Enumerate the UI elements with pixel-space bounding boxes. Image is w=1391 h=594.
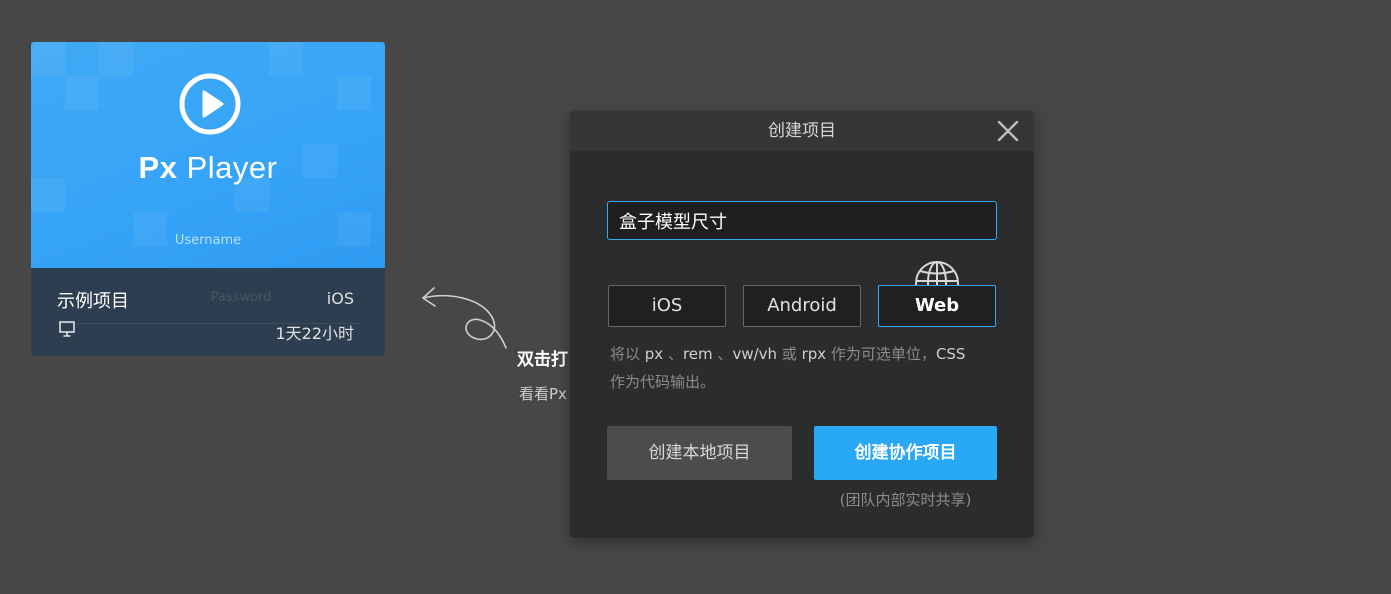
project-title: 示例项目 <box>57 291 129 312</box>
hint-title: 双击打 <box>517 350 568 370</box>
play-circle-icon <box>179 73 241 135</box>
create-local-project-button[interactable]: 创建本地项目 <box>607 426 792 480</box>
create-collab-project-button[interactable]: 创建协作项目 <box>814 426 997 480</box>
platform-ios-option[interactable]: iOS <box>608 285 726 327</box>
unit-rem: rem <box>682 345 713 363</box>
project-updated-time: 1天22小时 <box>275 324 354 343</box>
username-placeholder: Username <box>174 233 242 248</box>
brand-prefix: Px <box>138 150 178 185</box>
monitor-icon <box>59 321 75 337</box>
hint-subtitle: 看看Px <box>519 385 567 403</box>
output-css: CSS <box>935 345 966 363</box>
project-meta: Password 示例项目 iOS 1天22小时 <box>31 268 385 356</box>
dialog-header: 创建项目 <box>570 111 1034 151</box>
platform-web-option[interactable]: Web <box>878 285 996 327</box>
password-placeholder: Password <box>210 290 272 305</box>
unit-px: px <box>644 345 664 363</box>
brand-name: Player <box>186 150 278 185</box>
dialog-title: 创建项目 <box>768 121 836 141</box>
close-icon[interactable] <box>996 119 1020 143</box>
app-brand: Px Player <box>31 150 385 186</box>
unit-vw-vh: vw/vh <box>732 345 778 363</box>
platform-android-option[interactable]: Android <box>743 285 861 327</box>
project-thumbnail: Px Player Username <box>31 42 385 268</box>
unit-rpx: rpx <box>801 345 827 363</box>
create-project-dialog: 创建项目 iOS Android Web 将以 px 、rem 、vw/vh 或… <box>570 111 1034 538</box>
workspace: Px Player Username Password 示例项目 iOS 1天2… <box>0 0 1391 594</box>
collab-note: (团队内部实时共享) <box>839 491 972 509</box>
platform-description: 将以 px 、rem 、vw/vh 或 rpx 作为可选单位，CSS 作为代码输… <box>610 345 966 391</box>
project-platform: iOS <box>326 289 354 308</box>
curved-arrow-icon <box>422 287 507 349</box>
project-name-input[interactable] <box>607 201 997 240</box>
project-card[interactable]: Px Player Username Password 示例项目 iOS 1天2… <box>31 42 385 356</box>
